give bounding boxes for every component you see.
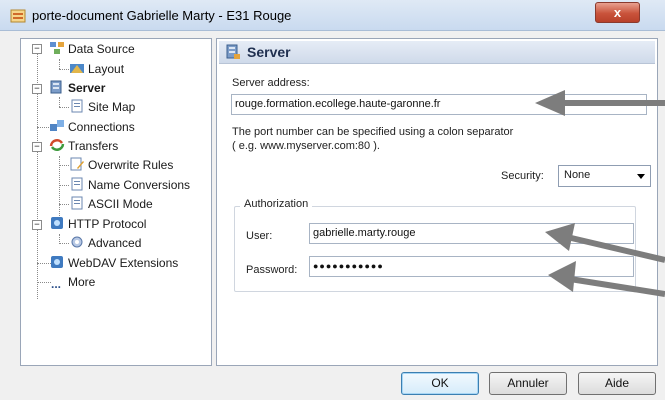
data-source-icon <box>50 42 64 54</box>
panel-title: Server <box>247 44 291 60</box>
tree-item-data-source[interactable]: Data Source <box>49 40 135 58</box>
tree-item-name-conversions[interactable]: Name Conversions <box>69 176 190 194</box>
page-edit-icon <box>70 157 84 171</box>
collapse-icon[interactable]: − <box>32 44 42 54</box>
layout-icon <box>70 64 84 73</box>
panel-header: Server <box>219 41 655 64</box>
http-icon <box>51 217 63 229</box>
close-button[interactable]: x <box>595 2 640 23</box>
security-value: None <box>564 169 591 181</box>
dialog-window: porte-document Gabrielle Marty - E31 Rou… <box>0 0 665 400</box>
transfers-icon <box>49 139 65 151</box>
tree-item-ascii-mode[interactable]: ASCII Mode <box>69 195 153 213</box>
annotation-arrow-password <box>548 261 665 297</box>
tree-item-transfers[interactable]: Transfers <box>49 137 118 155</box>
connections-icon <box>50 120 64 131</box>
window-title: porte-document Gabrielle Marty - E31 Rou… <box>32 8 292 23</box>
chevron-down-icon <box>637 174 645 179</box>
advanced-icon <box>71 236 83 248</box>
tree-item-overwrite-rules[interactable]: Overwrite Rules <box>69 156 173 174</box>
server-icon <box>50 80 62 94</box>
ok-button[interactable]: OK <box>401 372 479 395</box>
webdav-icon <box>51 256 63 268</box>
tree-item-webdav-extensions[interactable]: WebDAV Extensions <box>49 254 178 272</box>
server-icon <box>226 44 240 59</box>
port-hint-line-1: The port number can be specified using a… <box>232 126 514 138</box>
authorization-legend: Authorization <box>240 198 313 210</box>
tree-item-advanced[interactable]: Advanced <box>69 234 141 252</box>
title-bar[interactable]: porte-document Gabrielle Marty - E31 Rou… <box>0 0 665 31</box>
collapse-icon[interactable]: − <box>32 142 42 152</box>
port-hint-line-2: ( e.g. www.myserver.com:80 ). <box>232 140 380 152</box>
tree-item-server[interactable]: Server <box>49 79 105 97</box>
collapse-icon[interactable]: − <box>32 220 42 230</box>
page-icon <box>71 177 83 191</box>
tree-item-more[interactable]: ... More <box>51 273 95 291</box>
help-button[interactable]: Aide <box>578 372 656 395</box>
collapse-icon[interactable]: − <box>32 84 42 94</box>
tree-item-layout[interactable]: Layout <box>69 60 124 78</box>
user-label: User: <box>246 230 273 242</box>
password-label: Password: <box>246 264 298 276</box>
security-label: Security: <box>501 170 544 182</box>
tree-item-http-protocol[interactable]: HTTP Protocol <box>49 215 146 233</box>
tree-item-site-map[interactable]: Site Map <box>69 98 135 116</box>
server-address-label: Server address: <box>232 77 310 89</box>
tree-item-connections[interactable]: Connections <box>49 118 135 136</box>
page-icon <box>71 99 83 113</box>
annotation-arrow-address <box>535 90 665 116</box>
settings-tree[interactable]: − − − − Data Source Layout Server Site M… <box>20 38 212 366</box>
close-icon: x <box>613 5 622 20</box>
app-icon <box>10 9 26 23</box>
page-icon <box>71 196 83 210</box>
security-select[interactable]: None <box>558 165 651 187</box>
cancel-button[interactable]: Annuler <box>489 372 567 395</box>
more-icon: ... <box>51 277 62 291</box>
